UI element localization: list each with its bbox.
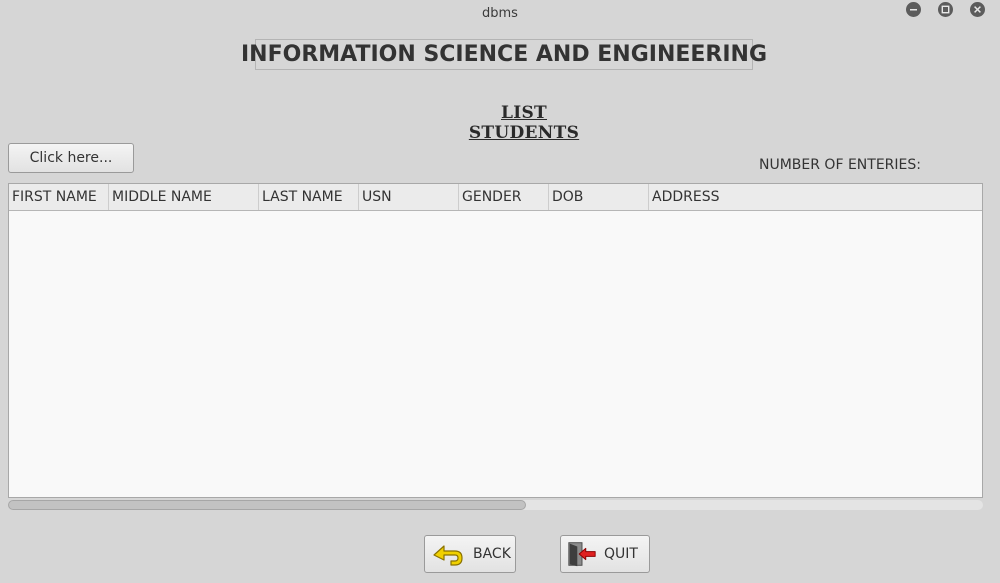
minimize-icon[interactable]: [906, 2, 921, 17]
window-titlebar: dbms: [0, 0, 1000, 30]
table-body[interactable]: [9, 211, 982, 497]
scrollbar-thumb[interactable]: [8, 500, 526, 510]
students-table[interactable]: FIRST NAME MIDDLE NAME LAST NAME USN GEN…: [8, 183, 983, 498]
maximize-icon[interactable]: [938, 2, 953, 17]
table-header: FIRST NAME MIDDLE NAME LAST NAME USN GEN…: [9, 184, 982, 211]
column-header-gender[interactable]: GENDER: [459, 184, 549, 210]
department-heading: INFORMATION SCIENCE AND ENGINEERING: [241, 39, 767, 70]
quit-button-label: QUIT: [604, 546, 638, 562]
window-title: dbms: [482, 6, 518, 21]
column-header-middle-name[interactable]: MIDDLE NAME: [109, 184, 259, 210]
column-header-dob[interactable]: DOB: [549, 184, 649, 210]
quit-button[interactable]: QUIT: [560, 535, 650, 573]
page-title: LIST STUDENTS: [468, 103, 580, 143]
column-header-last-name[interactable]: LAST NAME: [259, 184, 359, 210]
column-header-first-name[interactable]: FIRST NAME: [9, 184, 109, 210]
column-header-usn[interactable]: USN: [359, 184, 459, 210]
column-header-address[interactable]: ADDRESS: [649, 184, 982, 210]
entry-count-label: NUMBER OF ENTERIES:: [759, 157, 921, 173]
exit-door-icon: [568, 542, 596, 567]
back-arrow-icon: [433, 545, 463, 566]
horizontal-scrollbar[interactable]: [8, 500, 983, 510]
load-students-button[interactable]: Click here...: [8, 143, 134, 173]
back-button-label: BACK: [473, 546, 511, 562]
back-button[interactable]: BACK: [424, 535, 516, 573]
close-icon[interactable]: [970, 2, 985, 17]
